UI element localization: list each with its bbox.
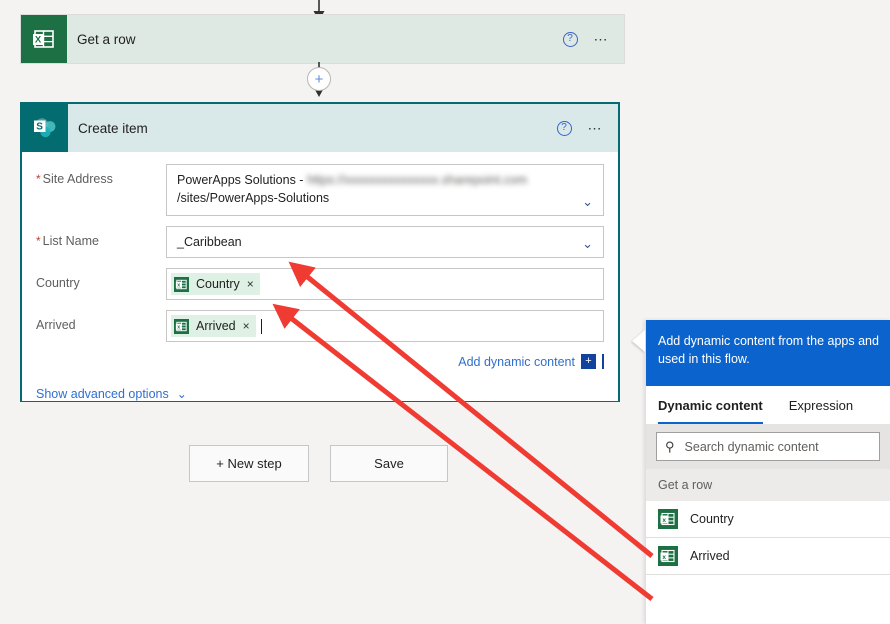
site-address-input[interactable]: PowerApps Solutions - https://xxxxxxxxxx… xyxy=(166,164,604,216)
dc-item-arrived[interactable]: x Arrived xyxy=(646,538,890,575)
chevron-down-icon[interactable]: ⌄ xyxy=(582,237,593,250)
chevron-down-icon[interactable]: ⌄ xyxy=(177,387,187,401)
search-box[interactable]: ⚲ xyxy=(656,432,880,461)
chevron-down-icon[interactable]: ⌄ xyxy=(582,195,593,208)
card-header[interactable]: X Get a row ? ⋯ xyxy=(21,15,624,63)
plus-icon: + xyxy=(314,70,324,88)
help-circle-icon[interactable]: ? xyxy=(556,120,572,136)
svg-text:x: x xyxy=(177,282,180,288)
ellipsis-icon[interactable]: ⋯ xyxy=(588,121,605,135)
create-item-form: * Site Address PowerApps Solutions - http… xyxy=(22,152,618,401)
tab-expression[interactable]: Expression xyxy=(789,398,853,424)
required-asterisk: * xyxy=(36,172,41,186)
field-label-arrived: Arrived xyxy=(36,318,76,332)
form-row-list-name: * List Name _Caribbean ⌄ xyxy=(22,226,618,258)
sharepoint-icon: S xyxy=(22,104,68,152)
search-input[interactable] xyxy=(682,438,871,455)
save-button[interactable]: Save xyxy=(330,445,448,482)
tab-dynamic-content[interactable]: Dynamic content xyxy=(658,398,763,424)
site-address-suffix: /sites/PowerApps-Solutions xyxy=(177,191,330,205)
form-row-country: Country x Country × xyxy=(22,268,618,300)
svg-text:S: S xyxy=(36,122,43,133)
add-dynamic-content-row: Add dynamic content + xyxy=(22,352,618,369)
form-row-site-address: * Site Address PowerApps Solutions - http… xyxy=(22,164,618,216)
form-row-arrived: Arrived x Arrived × xyxy=(22,310,618,342)
card-header[interactable]: S Create item ? ⋯ xyxy=(22,104,618,152)
search-icon: ⚲ xyxy=(665,438,675,454)
token-country[interactable]: x Country × xyxy=(171,273,260,295)
excel-icon: x xyxy=(658,509,678,529)
text-caret xyxy=(260,318,262,334)
show-advanced-options-row[interactable]: Show advanced options ⌄ xyxy=(22,369,618,401)
card-title: Get a row xyxy=(77,31,136,47)
save-label: Save xyxy=(374,456,404,471)
action-card-get-a-row[interactable]: X Get a row ? ⋯ xyxy=(20,14,625,64)
card-header-icons: ? ⋯ xyxy=(562,31,625,47)
show-advanced-options-link[interactable]: Show advanced options xyxy=(36,387,169,401)
remove-token-icon[interactable]: × xyxy=(243,317,250,335)
dc-item-label: Arrived xyxy=(690,549,730,563)
country-input[interactable]: x Country × xyxy=(166,268,604,300)
dynamic-content-group-header: Get a row xyxy=(646,469,890,501)
dynamic-content-tabs: Dynamic content Expression xyxy=(646,386,890,424)
search-container: ⚲ xyxy=(646,424,890,469)
badge-bar xyxy=(602,354,604,369)
excel-icon: x xyxy=(658,546,678,566)
action-card-create-item[interactable]: S Create item ? ⋯ * Site Address PowerApp… xyxy=(20,102,620,402)
svg-text:X: X xyxy=(35,35,42,46)
site-address-redacted-url: https://xxxxxxxxxxxxxxx.sharepoint.com xyxy=(306,173,528,187)
list-name-value: _Caribbean xyxy=(177,235,242,249)
remove-token-icon[interactable]: × xyxy=(247,275,254,293)
new-step-label: + New step xyxy=(216,456,282,471)
insert-step-button[interactable]: + xyxy=(307,67,331,91)
token-arrived[interactable]: x Arrived × xyxy=(171,315,256,337)
new-step-button[interactable]: + New step xyxy=(189,445,309,482)
tooltip-beak xyxy=(632,330,645,352)
excel-icon: x xyxy=(174,276,189,292)
add-dynamic-content-badge-icon[interactable]: + xyxy=(581,354,596,369)
card-title: Create item xyxy=(78,120,148,136)
svg-text:x: x xyxy=(662,554,666,561)
dynamic-content-panel: Add dynamic content from the apps and us… xyxy=(645,320,890,624)
dynamic-content-tooltip: Add dynamic content from the apps and us… xyxy=(646,320,890,386)
required-asterisk: * xyxy=(36,234,41,248)
help-circle-icon[interactable]: ? xyxy=(562,31,578,47)
card-header-icons: ? ⋯ xyxy=(556,120,619,136)
excel-icon: X xyxy=(21,15,67,63)
svg-text:x: x xyxy=(177,324,180,330)
dc-item-country[interactable]: x Country xyxy=(646,501,890,538)
flow-designer-canvas: X Get a row ? ⋯ + S Create item ? ⋯ * Si… xyxy=(0,0,890,624)
excel-icon: x xyxy=(174,318,189,334)
tab-label: Dynamic content xyxy=(658,398,763,413)
dc-item-label: Country xyxy=(690,512,734,526)
ellipsis-icon[interactable]: ⋯ xyxy=(594,32,611,46)
svg-text:x: x xyxy=(662,517,666,524)
token-label: Arrived xyxy=(196,319,236,333)
token-label: Country xyxy=(196,277,240,291)
field-label-list-name: * List Name xyxy=(36,234,99,248)
add-dynamic-content-link[interactable]: Add dynamic content xyxy=(458,355,575,369)
field-label-site-address: * Site Address xyxy=(36,172,113,186)
site-address-prefix: PowerApps Solutions - xyxy=(177,173,307,187)
list-name-input[interactable]: _Caribbean ⌄ xyxy=(166,226,604,258)
tab-label: Expression xyxy=(788,398,854,413)
arrived-input[interactable]: x Arrived × xyxy=(166,310,604,342)
field-label-country: Country xyxy=(36,276,80,290)
